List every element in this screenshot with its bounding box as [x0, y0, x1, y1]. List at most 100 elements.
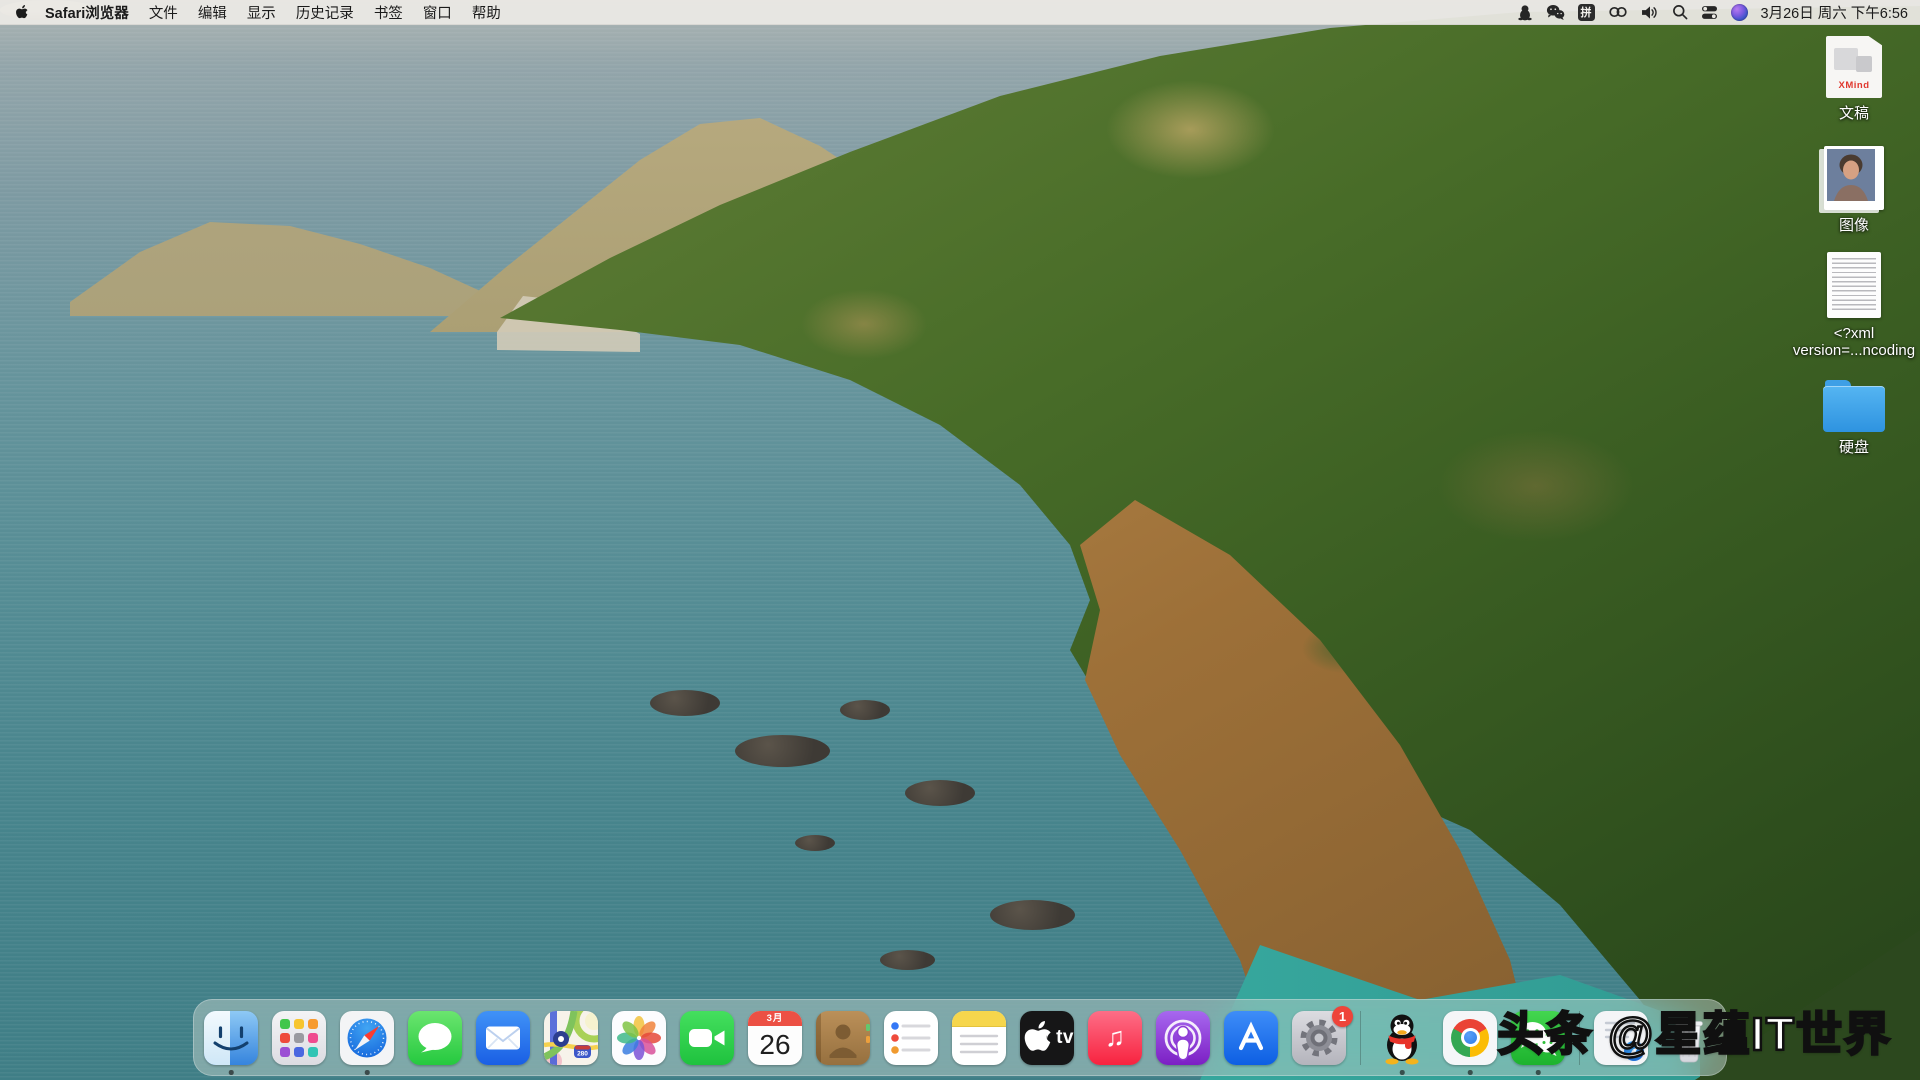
active-app-menu[interactable]: Safari浏览器 [35, 2, 139, 23]
dock-icon-music[interactable]: ♫ [1088, 1011, 1142, 1065]
wallpaper-rock [905, 780, 975, 806]
qq-icon [1375, 1011, 1429, 1065]
dock-icon-app-store[interactable] [1224, 1011, 1278, 1065]
menu-history[interactable]: 历史记录 [286, 2, 364, 23]
folder-body [1823, 386, 1885, 432]
label-line-1: <?xml [1793, 325, 1915, 342]
desktop-icon-image[interactable]: 图像 [1794, 146, 1914, 234]
dock-icon-qq[interactable] [1375, 1011, 1429, 1065]
desktop-icon-label: 文稿 [1839, 105, 1869, 122]
apple-menu-icon[interactable] [14, 4, 29, 21]
dock-icon-messages[interactable] [408, 1011, 462, 1065]
app-store-icon [1224, 1011, 1278, 1065]
menu-bar-left: Safari浏览器 文件 编辑 显示 历史记录 书签 窗口 帮助 [14, 2, 511, 23]
desktop-icon-hard-disk[interactable]: 硬盘 [1794, 378, 1914, 456]
blue-folder-icon [1823, 386, 1885, 432]
xmind-logo-text: XMind [1826, 80, 1882, 91]
notes-icon [952, 1011, 1006, 1065]
dock-icon-system-preferences[interactable]: 1 [1292, 1011, 1346, 1065]
dock-icon-apple-tv[interactable]: tv [1020, 1011, 1074, 1065]
calendar-month: 3月 [748, 1011, 802, 1026]
running-indicator [1400, 1070, 1405, 1075]
music-note-glyph: ♫ [1105, 1022, 1125, 1053]
pinyin-input-icon[interactable]: 拼 [1578, 4, 1595, 21]
mail-icon [476, 1011, 530, 1065]
podcasts-icon [1156, 1011, 1210, 1065]
photo-icon [1824, 146, 1884, 210]
menu-file[interactable]: 文件 [139, 2, 188, 23]
dock-icon-finder[interactable] [204, 1011, 258, 1065]
control-center-icon[interactable] [1701, 3, 1718, 21]
dock-icon-launchpad[interactable] [272, 1011, 326, 1065]
dock-icon-contacts[interactable] [816, 1011, 870, 1065]
launchpad-icon [272, 1011, 326, 1065]
menu-bar-clock[interactable]: 3月26日 周六 下午6:56 [1761, 2, 1908, 23]
wallpaper-rock [990, 900, 1075, 930]
apple-tv-icon: tv [1020, 1011, 1074, 1065]
chrome-blue-core [1464, 1031, 1477, 1044]
dock-icon-calendar[interactable]: 3月 26 [748, 1011, 802, 1065]
running-indicator [1468, 1070, 1473, 1075]
running-indicator [1536, 1070, 1541, 1075]
dock-icon-chrome[interactable] [1443, 1011, 1497, 1065]
text-document-icon [1827, 252, 1881, 318]
wechat-icon[interactable] [1546, 3, 1565, 21]
finder-icon [204, 1011, 258, 1065]
user-avatar[interactable] [1731, 4, 1748, 21]
facetime-icon [680, 1011, 734, 1065]
launchpad-grid [280, 1019, 318, 1057]
photos-icon [612, 1011, 666, 1065]
chrome-icon [1443, 1011, 1497, 1065]
text-lines [1832, 258, 1876, 312]
desktop-icon-label: <?xml version=...ncoding [1793, 325, 1915, 360]
dock-icon-photos[interactable] [612, 1011, 666, 1065]
wallpaper-rock [735, 735, 830, 767]
document-preview-block [1834, 48, 1858, 70]
notification-badge: 1 [1332, 1006, 1353, 1027]
music-icon: ♫ [1088, 1011, 1142, 1065]
document-preview-block [1856, 56, 1872, 72]
apple-glyph [1020, 1011, 1054, 1065]
watermark: 头条 @星蕴IT世界 [1497, 998, 1892, 1064]
label-line-2: version=...ncoding [1793, 342, 1915, 359]
chrome-color-ring [1451, 1019, 1489, 1057]
dock-icon-podcasts[interactable] [1156, 1011, 1210, 1065]
link-icon[interactable] [1608, 3, 1628, 21]
contacts-icon [816, 1011, 870, 1065]
menu-bar-status: 拼 3月26日 周六 下午6:56 [1517, 2, 1908, 23]
maps-icon: 280 [544, 1011, 598, 1065]
running-indicator [229, 1070, 234, 1075]
volume-icon[interactable] [1641, 3, 1659, 21]
menu-edit[interactable]: 编辑 [188, 2, 237, 23]
portrait-thumbnail [1827, 149, 1875, 201]
menu-bar: Safari浏览器 文件 编辑 显示 历史记录 书签 窗口 帮助 拼 [0, 0, 1920, 25]
menu-bookmarks[interactable]: 书签 [364, 2, 413, 23]
safari-icon [340, 1011, 394, 1065]
dock-icon-facetime[interactable] [680, 1011, 734, 1065]
desktop-icon-documents[interactable]: XMind 文稿 [1794, 36, 1914, 122]
dock-icon-mail[interactable] [476, 1011, 530, 1065]
dock-icon-maps[interactable]: 280 [544, 1011, 598, 1065]
wallpaper-rock [795, 835, 835, 851]
chrome-hub [1461, 1028, 1480, 1047]
menu-help[interactable]: 帮助 [462, 2, 511, 23]
qq-penguin-icon[interactable] [1517, 3, 1533, 21]
desktop-icon-label: 硬盘 [1839, 439, 1869, 456]
dock-icon-reminders[interactable] [884, 1011, 938, 1065]
wallpaper-rock [840, 700, 890, 720]
running-indicator [365, 1070, 370, 1075]
dock-icon-notes[interactable] [952, 1011, 1006, 1065]
spotlight-search-icon[interactable] [1672, 3, 1688, 21]
wallpaper-rock [880, 950, 935, 970]
desktop-icon-label: 图像 [1839, 217, 1869, 234]
xmind-document-icon: XMind [1826, 36, 1882, 98]
tv-logo-text: tv [1056, 1027, 1074, 1049]
menu-view[interactable]: 显示 [237, 2, 286, 23]
maps-shield-text: 280 [577, 1050, 588, 1057]
dock-divider [1360, 1011, 1361, 1065]
menu-window[interactable]: 窗口 [413, 2, 462, 23]
messages-icon [408, 1011, 462, 1065]
dock-icon-safari[interactable] [340, 1011, 394, 1065]
desktop-icon-xml-file[interactable]: <?xml version=...ncoding [1794, 252, 1914, 360]
desktop: Safari浏览器 文件 编辑 显示 历史记录 书签 窗口 帮助 拼 [0, 0, 1920, 1080]
